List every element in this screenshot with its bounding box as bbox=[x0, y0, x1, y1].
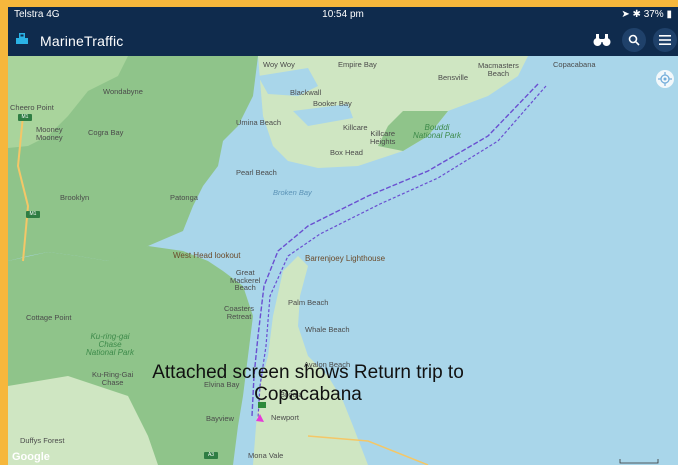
battery-status: ➤ ✱ 37% ▮ bbox=[621, 9, 672, 20]
label-wondabyne: Wondabyne bbox=[103, 87, 143, 96]
label-killcare-heights: Killcare Heights bbox=[370, 129, 396, 146]
map-view[interactable]: M1 M1 A3 Woy Woy Empire Bay Bensville Ma… bbox=[8, 56, 678, 465]
battery-percent: 37% bbox=[643, 9, 664, 20]
label-box-head: Box Head bbox=[330, 148, 363, 157]
label-mona-vale: Mona Vale bbox=[248, 451, 284, 460]
label-woy-woy: Woy Woy bbox=[263, 60, 295, 69]
label-empire-bay: Empire Bay bbox=[338, 60, 377, 69]
label-bensville: Bensville bbox=[438, 73, 469, 82]
m1-shield-south: M1 bbox=[26, 211, 40, 218]
search-button[interactable] bbox=[622, 28, 646, 52]
app-header: MarineTraffic bbox=[8, 24, 678, 56]
label-umina-beach: Umina Beach bbox=[236, 118, 282, 127]
menu-button[interactable] bbox=[653, 28, 677, 52]
location-arrow-icon: ➤ ✱ bbox=[621, 9, 641, 20]
clock: 10:54 pm bbox=[322, 9, 364, 20]
locate-button[interactable] bbox=[656, 70, 674, 88]
label-palm-beach: Palm Beach bbox=[288, 298, 329, 307]
label-whale-beach: Whale Beach bbox=[305, 325, 350, 334]
label-mooney-mooney: Mooney Mooney bbox=[36, 125, 63, 142]
label-cottage-point: Cottage Point bbox=[26, 313, 72, 322]
label-macmasters-beach: Macmasters Beach bbox=[478, 61, 519, 78]
binoculars-button[interactable] bbox=[590, 28, 614, 52]
label-barrenjoey-lighthouse: Barrenjoey Lighthouse bbox=[305, 254, 386, 263]
battery-icon: ▮ bbox=[666, 9, 672, 20]
hamburger-menu-icon bbox=[659, 35, 671, 45]
label-bayview: Bayview bbox=[206, 414, 234, 423]
app-title: MarineTraffic bbox=[40, 33, 124, 49]
label-west-head-lookout: West Head lookout bbox=[173, 251, 241, 260]
label-broken-bay: Broken Bay bbox=[273, 188, 312, 197]
label-cogra-bay: Cogra Bay bbox=[88, 128, 124, 137]
label-brooklyn: Brooklyn bbox=[60, 193, 90, 202]
phone-screen: Telstra 4G 10:54 pm ➤ ✱ 37% ▮ MarineTraf… bbox=[8, 7, 678, 465]
label-duffys-forest: Duffys Forest bbox=[20, 436, 65, 445]
label-bouddi-national-park: Bouddi National Park bbox=[413, 123, 462, 140]
label-booker-bay: Booker Bay bbox=[313, 99, 352, 108]
status-bar: Telstra 4G 10:54 pm ➤ ✱ 37% ▮ bbox=[8, 7, 678, 24]
label-cheero-point: Cheero Point bbox=[10, 103, 54, 112]
m1-shield-north: M1 bbox=[18, 114, 32, 121]
label-killcare: Killcare bbox=[343, 123, 368, 132]
label-patonga: Patonga bbox=[170, 193, 198, 202]
locate-icon bbox=[658, 72, 672, 86]
label-great-mackerel-beach: Great Mackerel Beach bbox=[230, 268, 261, 292]
a3-shield: A3 bbox=[204, 452, 218, 459]
label-copacabana: Copacabana bbox=[553, 60, 596, 69]
search-icon bbox=[628, 34, 640, 46]
label-pearl-beach: Pearl Beach bbox=[236, 168, 277, 177]
binoculars-icon bbox=[593, 34, 611, 46]
label-coasters-retreat: Coasters Retreat bbox=[224, 304, 255, 321]
ship-logo-icon bbox=[16, 33, 28, 44]
screenshot-caption: Attached screen shows Return trip to Cop… bbox=[152, 362, 464, 405]
label-newport: Newport bbox=[271, 413, 299, 422]
google-attribution: Google bbox=[12, 451, 50, 463]
label-blackwall: Blackwall bbox=[290, 88, 322, 97]
label-ku-ring-gai-national-park: Ku-ring-gai Chase National Park bbox=[86, 332, 135, 357]
